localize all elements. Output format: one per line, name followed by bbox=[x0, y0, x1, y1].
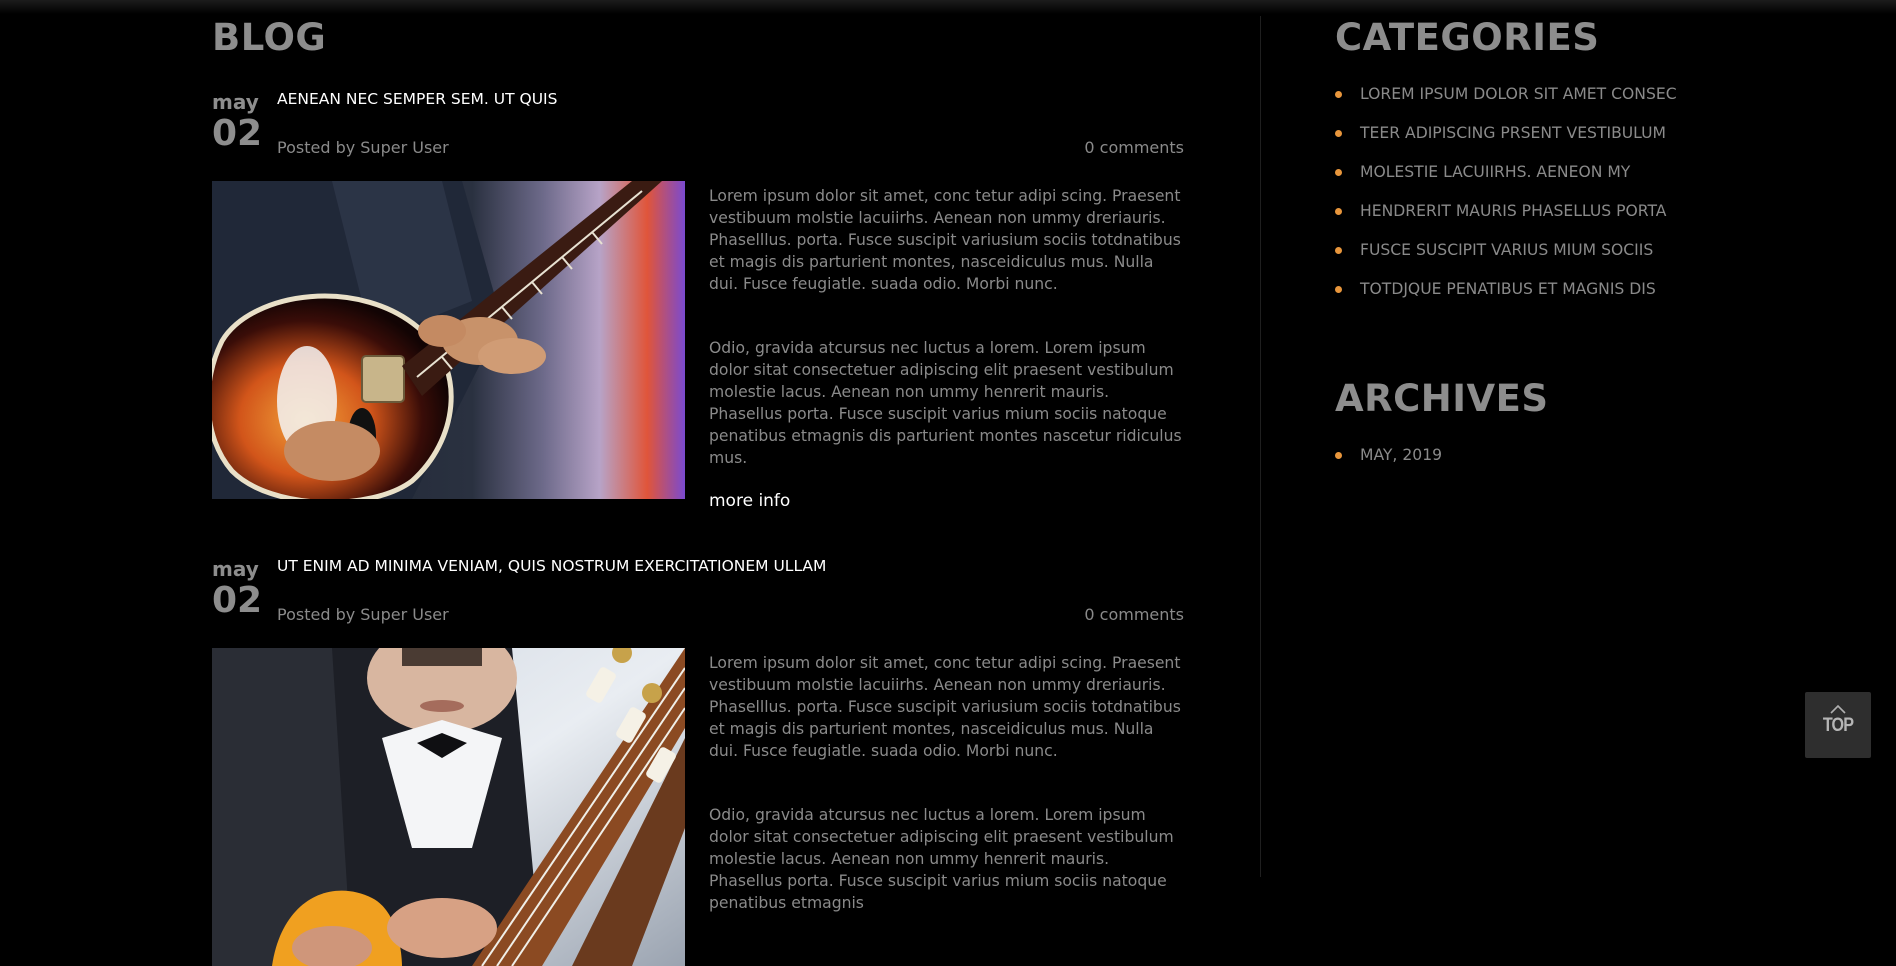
post-paragraph: Odio, gravida atcursus nec luctus a lore… bbox=[709, 339, 1182, 467]
bullet-icon bbox=[1335, 247, 1342, 254]
category-label: MOLESTIE LACUIIRHS. AENEON MY bbox=[1360, 163, 1631, 181]
category-item[interactable]: TOTDJQUE PENATIBUS ET MAGNIS DIS bbox=[1335, 279, 1677, 318]
blog-post: may 02 AENEAN NEC SEMPER SEM. UT QUIS Po… bbox=[212, 90, 1184, 512]
bullet-icon bbox=[1335, 286, 1342, 293]
post-title-link[interactable]: AENEAN NEC SEMPER SEM. UT QUIS bbox=[277, 90, 557, 108]
blog-post: may 02 UT ENIM AD MINIMA VENIAM, QUIS NO… bbox=[212, 557, 1184, 966]
bullet-icon bbox=[1335, 208, 1342, 215]
guitarist-acoustic-guitar-photo bbox=[212, 648, 685, 966]
category-label: HENDRERIT MAURIS PHASELLUS PORTA bbox=[1360, 202, 1667, 220]
bullet-icon bbox=[1335, 452, 1342, 459]
category-item[interactable]: FUSCE SUSCIPIT VARIUS MIUM SOCIIS bbox=[1335, 240, 1677, 279]
category-label: TOTDJQUE PENATIBUS ET MAGNIS DIS bbox=[1360, 280, 1656, 298]
post-date-day: 02 bbox=[212, 113, 263, 154]
category-label: FUSCE SUSCIPIT VARIUS MIUM SOCIIS bbox=[1360, 241, 1654, 259]
post-image-electric-guitar[interactable] bbox=[212, 181, 685, 499]
post-comments-link[interactable]: 0 comments bbox=[1084, 605, 1184, 624]
post-excerpt: Lorem ipsum dolor sit amet, conc tetur a… bbox=[709, 652, 1184, 956]
archive-label: MAY, 2019 bbox=[1360, 446, 1443, 464]
column-divider bbox=[1260, 16, 1261, 877]
archives-heading: ARCHIVES bbox=[1335, 377, 1549, 420]
more-info-link[interactable]: more info bbox=[709, 491, 790, 511]
category-label: TEER ADIPISCING PRSENT VESTIBULUM bbox=[1360, 124, 1666, 142]
blog-main: BLOG may 02 AENEAN NEC SEMPER SEM. UT QU… bbox=[212, 0, 1184, 966]
category-item[interactable]: LOREM IPSUM DOLOR SIT AMET CONSEC bbox=[1335, 84, 1677, 123]
blog-heading: BLOG bbox=[212, 16, 327, 59]
post-comments-link[interactable]: 0 comments bbox=[1084, 138, 1184, 157]
bullet-icon bbox=[1335, 91, 1342, 98]
post-title-link[interactable]: UT ENIM AD MINIMA VENIAM, QUIS NOSTRUM E… bbox=[277, 557, 826, 575]
categories-list: LOREM IPSUM DOLOR SIT AMET CONSEC TEER A… bbox=[1335, 84, 1677, 318]
guitarist-electric-guitar-photo bbox=[212, 181, 685, 499]
category-label: LOREM IPSUM DOLOR SIT AMET CONSEC bbox=[1360, 85, 1677, 103]
scroll-to-top-button[interactable]: TOP bbox=[1805, 692, 1871, 758]
post-image-acoustic-guitar[interactable] bbox=[212, 648, 685, 966]
scroll-to-top-label: TOP bbox=[1822, 715, 1854, 736]
archive-item[interactable]: MAY, 2019 bbox=[1335, 445, 1442, 484]
category-item[interactable]: TEER ADIPISCING PRSENT VESTIBULUM bbox=[1335, 123, 1677, 162]
bullet-icon bbox=[1335, 130, 1342, 137]
post-author: Posted by Super User bbox=[277, 138, 449, 157]
post-author: Posted by Super User bbox=[277, 605, 449, 624]
post-paragraph: Odio, gravida atcursus nec luctus a lore… bbox=[709, 806, 1174, 912]
categories-heading: CATEGORIES bbox=[1335, 16, 1600, 59]
chevron-up-icon bbox=[1830, 704, 1846, 714]
post-date-month: may bbox=[212, 557, 259, 581]
post-paragraph: Lorem ipsum dolor sit amet, conc tetur a… bbox=[709, 654, 1181, 760]
category-item[interactable]: HENDRERIT MAURIS PHASELLUS PORTA bbox=[1335, 201, 1677, 240]
post-excerpt: Lorem ipsum dolor sit amet, conc tetur a… bbox=[709, 185, 1184, 511]
post-date-month: may bbox=[212, 90, 259, 114]
category-item[interactable]: MOLESTIE LACUIIRHS. AENEON MY bbox=[1335, 162, 1677, 201]
archives-list: MAY, 2019 bbox=[1335, 445, 1442, 484]
post-date-day: 02 bbox=[212, 580, 263, 621]
bullet-icon bbox=[1335, 169, 1342, 176]
post-paragraph: Lorem ipsum dolor sit amet, conc tetur a… bbox=[709, 187, 1181, 293]
